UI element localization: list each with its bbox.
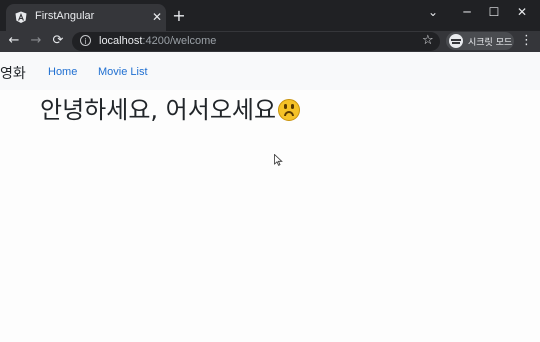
forward-arrow-icon[interactable]: → (28, 33, 44, 49)
nav-link-home[interactable]: Home (48, 66, 77, 78)
app-navbar: 영화 Home Movie List (0, 52, 540, 90)
minimize-icon[interactable]: ─ (456, 4, 478, 20)
angular-icon (15, 11, 27, 23)
welcome-heading: 안녕하세요, 어서오세요 (40, 90, 301, 125)
browser-toolbar: ← → ⟳ i localhost:4200/welcome ☆ 시크릿 모드 … (0, 31, 540, 52)
maximize-icon[interactable]: ☐ (483, 4, 505, 20)
upside-down-face-icon (278, 99, 301, 121)
incognito-icon (449, 34, 463, 48)
address-bar[interactable]: i localhost:4200/welcome ☆ (72, 32, 440, 51)
url-host: localhost (99, 35, 143, 47)
page-content: 영화 Home Movie List 안녕하세요, 어서오세요 (0, 52, 540, 342)
welcome-text: 안녕하세요, 어서오세요 (40, 96, 277, 124)
tab-close-icon[interactable]: ✕ (150, 10, 164, 24)
reload-icon[interactable]: ⟳ (50, 33, 66, 49)
navbar-brand[interactable]: 영화 (0, 63, 26, 83)
incognito-badge[interactable]: 시크릿 모드 (446, 32, 514, 50)
url-text[interactable]: localhost:4200/welcome (99, 35, 216, 47)
bookmark-star-icon[interactable]: ☆ (422, 33, 434, 49)
tab-firstangular[interactable]: FirstAngular ✕ (6, 4, 166, 31)
kebab-menu-icon[interactable]: ⋮ (520, 33, 533, 49)
tab-strip: FirstAngular ✕ + ⌄ ─ ☐ ✕ (0, 0, 540, 31)
tab-title: FirstAngular (35, 10, 95, 22)
incognito-label: 시크릿 모드 (468, 38, 513, 48)
url-path: :4200/welcome (142, 35, 217, 47)
mouse-cursor-icon (274, 154, 283, 166)
new-tab-icon[interactable]: + (171, 8, 187, 24)
nav-link-movie-list[interactable]: Movie List (98, 66, 148, 78)
back-arrow-icon[interactable]: ← (6, 33, 22, 49)
window-close-icon[interactable]: ✕ (511, 4, 533, 20)
site-info-icon[interactable]: i (80, 35, 91, 46)
tab-search-chevron-icon[interactable]: ⌄ (422, 4, 444, 20)
